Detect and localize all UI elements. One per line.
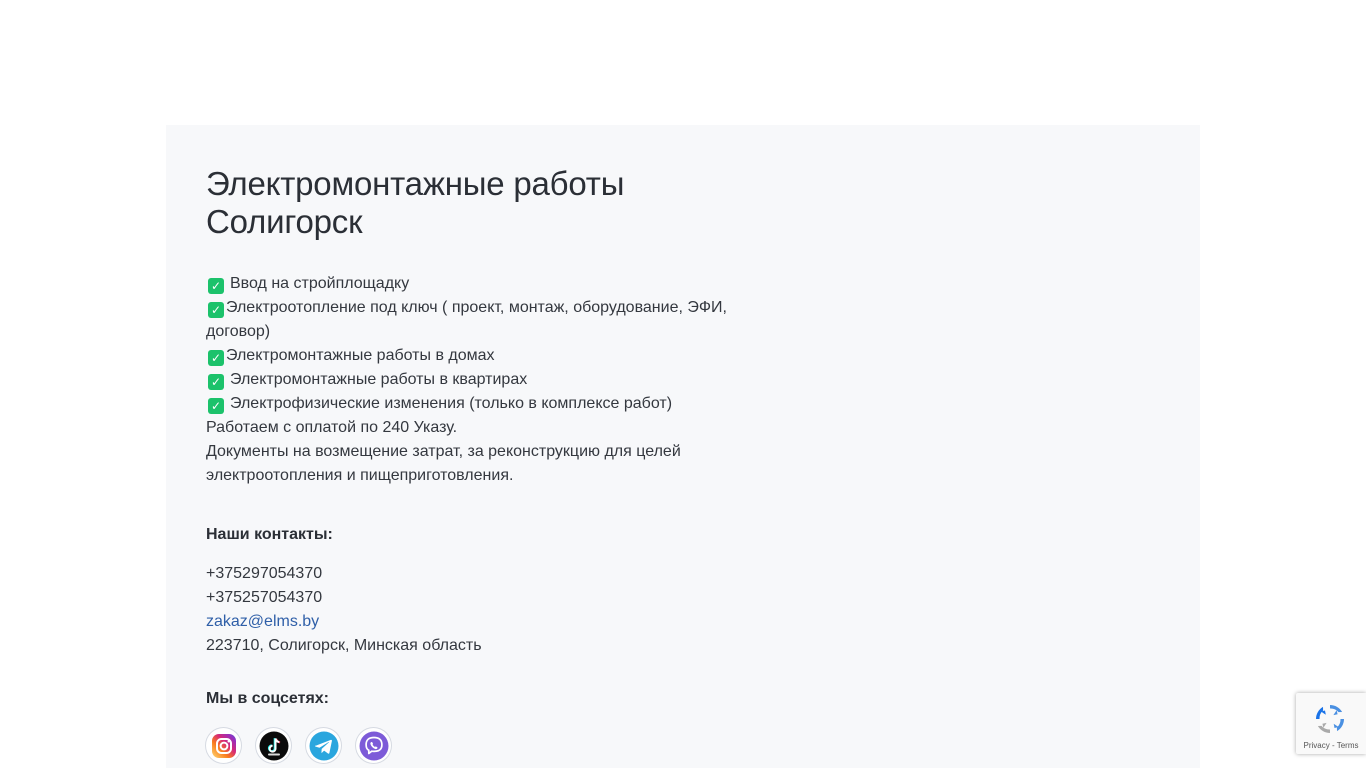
check-icon: ✓ bbox=[208, 398, 224, 414]
check-icon: ✓ bbox=[208, 350, 224, 366]
services-description: ✓ Ввод на стройплощадку ✓ Электроотопление… bbox=[206, 272, 766, 488]
note-line: Документы на возмещение затрат, за рекон… bbox=[206, 443, 681, 460]
title-line-1: Электромонтажные работы bbox=[206, 165, 625, 202]
telegram-icon bbox=[309, 731, 338, 760]
tiktok-link[interactable] bbox=[256, 728, 291, 763]
service-item: ✓ Электромонтажные работы в квартирах bbox=[206, 368, 766, 392]
service-item: ✓ Электромонтажные работы в домах bbox=[206, 344, 766, 368]
social-links bbox=[206, 728, 766, 763]
instagram-icon bbox=[211, 733, 236, 758]
check-icon: ✓ bbox=[208, 278, 224, 294]
phone-2: +375257054370 bbox=[206, 589, 323, 606]
note-line: Работаем с оплатой по 240 Указу. bbox=[206, 419, 458, 436]
contact-panel: Электромонтажные работы Солигорск ✓ Ввод … bbox=[166, 125, 1200, 768]
address: 223710, Солигорск, Минская область bbox=[206, 637, 482, 654]
phone-1: +375297054370 bbox=[206, 565, 323, 582]
title-line-2: Солигорск bbox=[206, 203, 363, 240]
recaptcha-badge[interactable]: Privacy - Terms bbox=[1296, 693, 1366, 754]
viber-link[interactable] bbox=[356, 728, 391, 763]
service-item-continuation: договор) bbox=[206, 323, 271, 340]
recaptcha-separator: - bbox=[1329, 741, 1337, 750]
panel-content: Электромонтажные работы Солигорск ✓ Ввод … bbox=[206, 165, 766, 763]
socials-heading: Мы в соцсетях: bbox=[206, 690, 329, 707]
instagram-link[interactable] bbox=[206, 728, 241, 763]
check-icon: ✓ bbox=[208, 302, 224, 318]
service-item: ✓ Электрофизические изменения (только в к… bbox=[206, 392, 766, 416]
check-icon: ✓ bbox=[208, 374, 224, 390]
service-item: ✓ Электроотопление под ключ ( проект, мон… bbox=[206, 296, 766, 320]
tiktok-icon bbox=[259, 731, 288, 760]
recaptcha-icon bbox=[1316, 705, 1344, 733]
contacts-heading: Наши контакты: bbox=[206, 526, 333, 543]
recaptcha-terms-link[interactable]: Terms bbox=[1337, 741, 1359, 750]
telegram-link[interactable] bbox=[306, 728, 341, 763]
page: Электромонтажные работы Солигорск ✓ Ввод … bbox=[0, 0, 1366, 768]
email-link[interactable]: zakaz@elms.by bbox=[206, 613, 319, 630]
page-title: Электромонтажные работы Солигорск bbox=[206, 165, 766, 241]
viber-icon bbox=[359, 731, 388, 760]
recaptcha-links: Privacy - Terms bbox=[1296, 741, 1366, 751]
recaptcha-privacy-link[interactable]: Privacy bbox=[1304, 741, 1330, 750]
service-item: ✓ Ввод на стройплощадку bbox=[206, 272, 766, 296]
contacts-list: +375297054370 +375257054370 zakaz@elms.b… bbox=[206, 562, 766, 658]
note-line: электроотопления и пищеприготовления. bbox=[206, 467, 514, 484]
